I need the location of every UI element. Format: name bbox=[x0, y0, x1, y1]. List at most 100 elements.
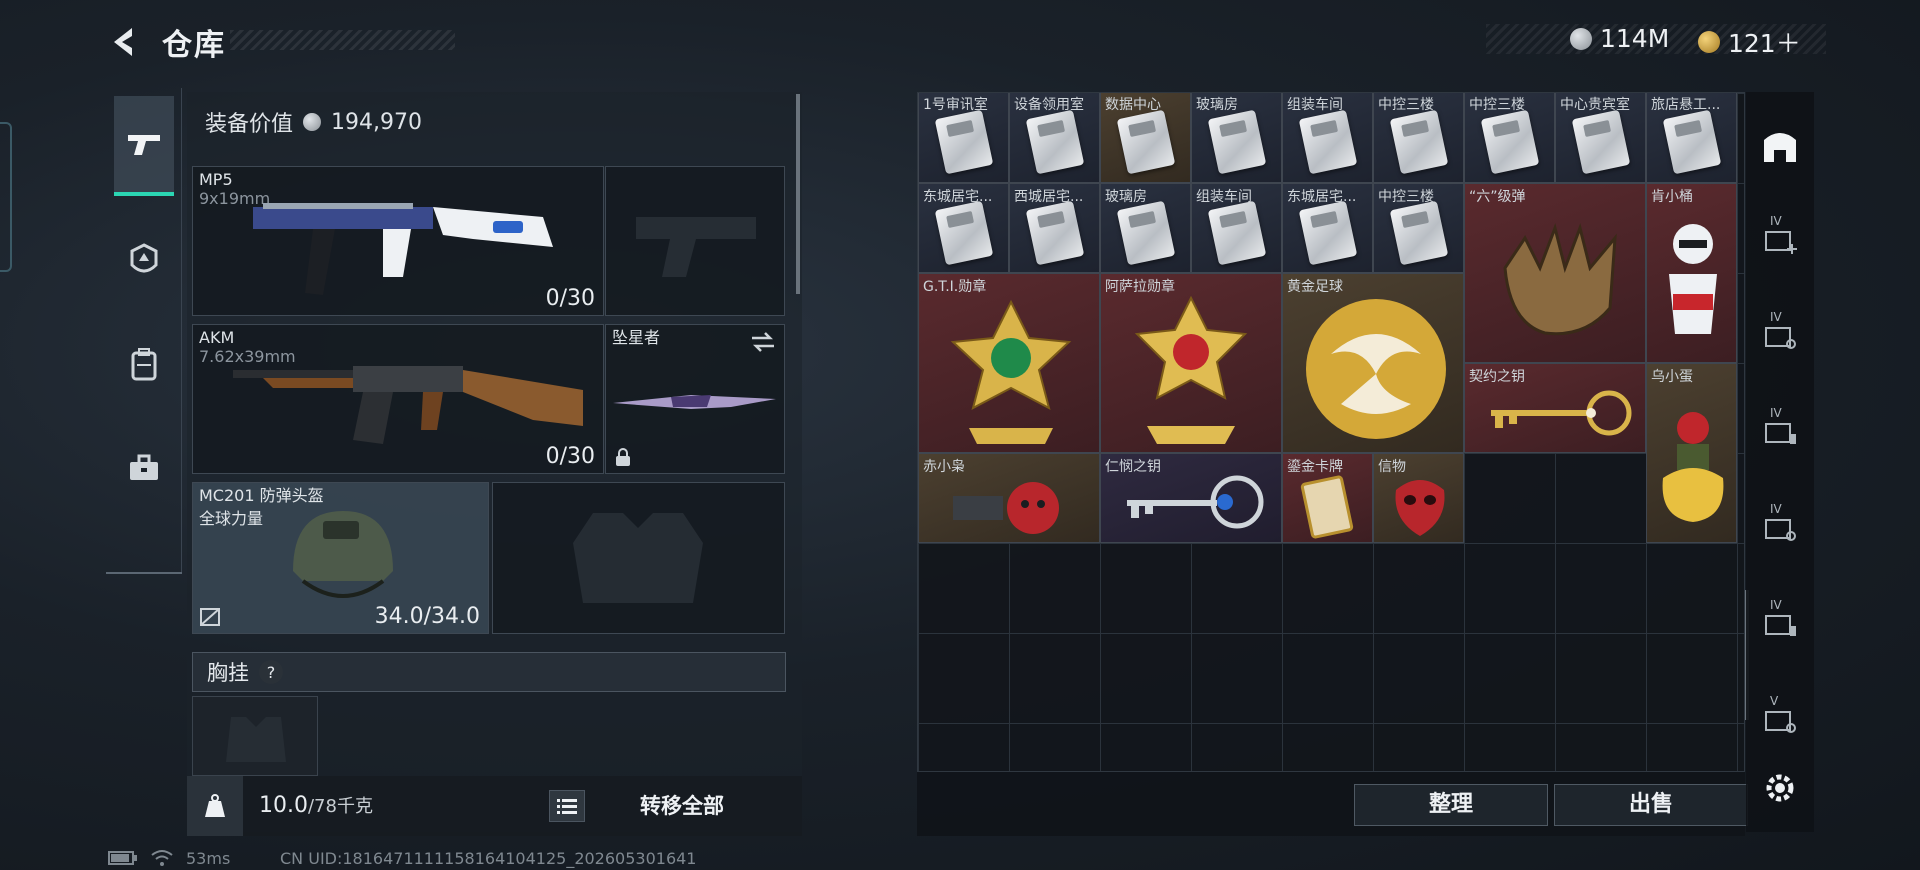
secondary-weapon-slot[interactable] bbox=[605, 166, 785, 316]
stash-item[interactable]: 旅店悬工... bbox=[1646, 93, 1737, 183]
melee-slot[interactable]: 坠星者 bbox=[605, 324, 785, 474]
weight-button[interactable] bbox=[187, 776, 243, 836]
item-name: 阿萨拉勋章 bbox=[1105, 279, 1175, 295]
loadout-scrollbar[interactable] bbox=[796, 94, 800, 294]
stash-item[interactable]: 东城居宅... bbox=[1282, 183, 1373, 273]
stash-item[interactable]: 组装车间 bbox=[1282, 93, 1373, 183]
equip-value-label: 装备价值 bbox=[205, 112, 294, 137]
item-name: 鎏金卡牌 bbox=[1287, 459, 1343, 475]
backpack-icon bbox=[131, 348, 157, 381]
sell-button[interactable]: 出售 bbox=[1554, 784, 1748, 826]
chest-rig-slot[interactable] bbox=[192, 696, 318, 776]
pistol-placeholder-icon bbox=[636, 217, 756, 277]
stash-item[interactable]: 中控三楼 bbox=[1373, 183, 1464, 273]
stash-page-button[interactable]: IV bbox=[1756, 598, 1804, 646]
back-button[interactable] bbox=[106, 24, 142, 60]
stash-item[interactable]: 玻璃房 bbox=[1100, 183, 1191, 273]
keycard-icon bbox=[1025, 200, 1084, 266]
armor-placeholder-icon bbox=[573, 513, 703, 603]
silver-coin-icon bbox=[303, 113, 322, 131]
stash-page-label: IV bbox=[1770, 598, 1782, 612]
item-name: 玻璃房 bbox=[1105, 189, 1147, 205]
battery-icon bbox=[108, 851, 137, 865]
gold-currency[interactable]: 121＋ bbox=[1698, 24, 1801, 60]
stash-item[interactable]: 玻璃房 bbox=[1191, 93, 1282, 183]
stash-item[interactable]: 赤小枭 bbox=[918, 453, 1100, 543]
tab-helmet[interactable] bbox=[114, 210, 174, 310]
stash-page-label: V bbox=[1770, 694, 1779, 708]
keycard-icon bbox=[1389, 200, 1448, 266]
sort-button[interactable]: 整理 bbox=[1354, 784, 1548, 826]
item-name: 肯小桶 bbox=[1651, 189, 1693, 205]
weapon-name: MP5 bbox=[199, 170, 233, 189]
page-title: 仓库 bbox=[162, 28, 226, 63]
stash-home-icon bbox=[1764, 133, 1796, 162]
stash-item[interactable]: 鎏金卡牌 bbox=[1282, 453, 1373, 543]
stash-item[interactable]: 组装车间 bbox=[1191, 183, 1282, 273]
asala-medal-icon bbox=[1134, 295, 1248, 444]
stash-grid: 1号审讯室 设备领用室 数据中心 玻璃房 组装车间 中控三楼 中控三楼 中心贵宾… bbox=[917, 92, 1745, 772]
stash-item[interactable]: 中心贵宾室 bbox=[1555, 93, 1646, 183]
list-view-button[interactable] bbox=[549, 790, 585, 822]
helmet-armor-icon bbox=[130, 243, 158, 273]
stash-item[interactable]: 仁悯之钥 bbox=[1100, 453, 1282, 543]
stash-item[interactable]: 契约之钥 bbox=[1464, 363, 1646, 453]
silver-currency[interactable]: 114M bbox=[1570, 24, 1669, 53]
owl-figure-icon bbox=[953, 482, 1059, 534]
container-settings-icon bbox=[1765, 711, 1796, 733]
tab-backpack[interactable] bbox=[114, 314, 174, 414]
stash-page-button[interactable]: IV bbox=[1756, 502, 1804, 550]
stash-item[interactable]: 黄金足球 bbox=[1282, 273, 1464, 453]
stash-page-button[interactable]: IV bbox=[1756, 310, 1804, 358]
armor-slot[interactable] bbox=[492, 482, 785, 634]
chest-rig-help-button[interactable]: ? bbox=[259, 660, 283, 684]
stash-item[interactable]: “六”级弹 bbox=[1464, 183, 1646, 363]
stash-item[interactable]: 乌小蛋 bbox=[1646, 363, 1737, 543]
stash-item[interactable]: 肯小桶 bbox=[1646, 183, 1737, 363]
weapon-ammo-count: 0/30 bbox=[545, 444, 595, 469]
helmet-brand: 全球力量 bbox=[199, 509, 264, 528]
keycard-icon bbox=[1298, 200, 1357, 266]
tab-weapons[interactable] bbox=[114, 96, 174, 196]
stash-page-button[interactable]: IV bbox=[1756, 406, 1804, 454]
back-arrow-icon bbox=[114, 28, 132, 56]
primary-weapon-slot-2[interactable]: AKM 7.62x39mm 0/30 bbox=[192, 324, 604, 474]
status-bar: 53ms CN UID:1816471111158164104125_20260… bbox=[0, 845, 1920, 870]
melee-name: 坠星者 bbox=[612, 328, 661, 347]
stash-home-button[interactable] bbox=[1756, 122, 1804, 170]
transfer-all-button[interactable]: 转移全部 bbox=[607, 790, 757, 822]
key-icon bbox=[1127, 475, 1264, 529]
keycard-icon bbox=[1207, 110, 1266, 175]
keycard-icon bbox=[934, 110, 993, 175]
helmet-slot[interactable]: MC201 防弹头盔 全球力量 34.0/34.0 bbox=[192, 482, 489, 634]
stash-item[interactable]: 1号审讯室 bbox=[918, 93, 1009, 183]
hand-statue-icon bbox=[1503, 222, 1617, 336]
gilded-card-icon bbox=[1300, 475, 1354, 539]
title-decoration bbox=[230, 30, 455, 50]
settings-button[interactable] bbox=[1756, 764, 1804, 812]
stash-page-button[interactable]: IV bbox=[1756, 214, 1804, 262]
gold-coin-icon bbox=[1698, 31, 1720, 53]
primary-weapon-slot-1[interactable]: MP5 9x19mm 0/30 bbox=[192, 166, 604, 316]
swap-icon[interactable] bbox=[750, 331, 776, 353]
briefcase-icon bbox=[130, 454, 158, 480]
uid-readout: CN UID:1816471111158164104125_2026053016… bbox=[280, 849, 697, 868]
stash-item[interactable]: 信物 bbox=[1373, 453, 1464, 543]
stash-item[interactable]: 中控三楼 bbox=[1373, 93, 1464, 183]
stash-item[interactable]: 设备领用室 bbox=[1009, 93, 1100, 183]
keycard-icon bbox=[1662, 110, 1721, 175]
helmet-durability: 34.0/34.0 bbox=[374, 604, 480, 629]
stash-item[interactable]: 数据中心 bbox=[1100, 93, 1191, 183]
item-name: 玻璃房 bbox=[1196, 97, 1238, 113]
tab-case[interactable] bbox=[114, 418, 174, 518]
item-name: G.T.I.勋章 bbox=[923, 279, 987, 295]
stash-page-button[interactable]: V bbox=[1756, 694, 1804, 742]
weight-max: /78千克 bbox=[307, 796, 373, 817]
stash-item[interactable]: 阿萨拉勋章 bbox=[1100, 273, 1282, 453]
bucket-figure-icon bbox=[1669, 224, 1717, 334]
stash-item[interactable]: 中控三楼 bbox=[1464, 93, 1555, 183]
stash-item[interactable]: G.T.I.勋章 bbox=[918, 273, 1100, 453]
stash-item[interactable]: 西城居宅... bbox=[1009, 183, 1100, 273]
left-edge-handle[interactable] bbox=[0, 122, 12, 272]
stash-item[interactable]: 东城居宅... bbox=[918, 183, 1009, 273]
